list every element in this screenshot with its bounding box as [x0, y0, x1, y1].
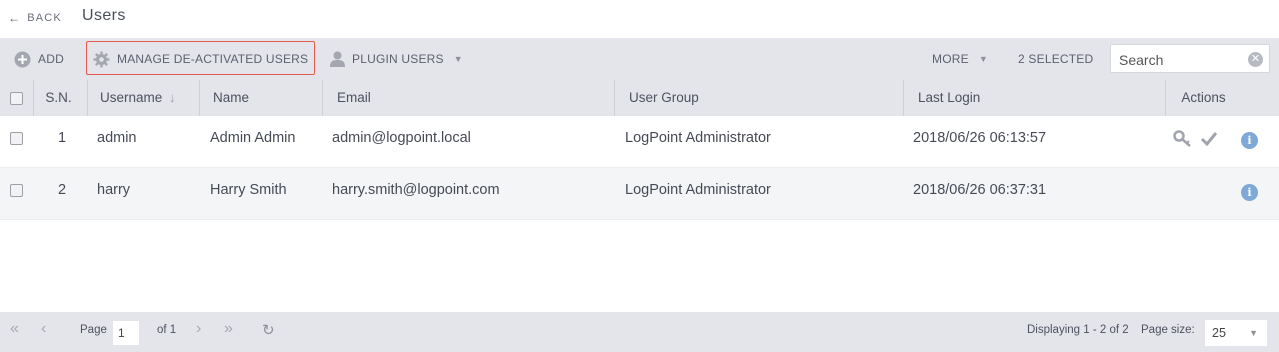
page-size-value: 25	[1212, 326, 1226, 340]
chevron-down-icon: ▼	[1249, 328, 1258, 338]
pagination-bar: « ‹ Page 1 of 1 › » ↻ Displaying 1 - 2 o…	[0, 312, 1279, 352]
page-size-label: Page size:	[1141, 324, 1195, 336]
row-sn: 2	[57, 182, 67, 198]
chevron-down-icon: ▼	[978, 54, 988, 64]
last-page-icon[interactable]: »	[224, 320, 233, 338]
row-last-login: 2018/06/26 06:37:31	[913, 182, 1047, 198]
column-last-login[interactable]: Last Login	[903, 80, 1165, 116]
row-name: Harry Smith	[210, 182, 287, 198]
row-email: harry.smith@logpoint.com	[332, 182, 500, 198]
page-of-label: of 1	[157, 324, 177, 336]
page-header: ← BACK Users	[0, 0, 1279, 38]
column-username-label: Username	[100, 90, 163, 105]
row-email: admin@logpoint.local	[332, 130, 471, 146]
plus-circle-icon	[14, 51, 31, 68]
row-user-group: LogPoint Administrator	[625, 182, 771, 198]
more-label: MORE	[932, 52, 969, 66]
table-header: S.N. Username ↓ Name Email User Group La…	[0, 80, 1279, 116]
refresh-icon[interactable]: ↻	[262, 321, 275, 339]
row-checkbox[interactable]	[10, 132, 23, 145]
clear-icon[interactable]: ✕	[1248, 52, 1263, 67]
column-actions: Actions	[1165, 80, 1279, 116]
page-label: Page	[80, 324, 107, 336]
prev-page-icon[interactable]: ‹	[41, 320, 46, 338]
manage-label: MANAGE DE-ACTIVATED USERS	[117, 52, 309, 66]
row-sn: 1	[57, 130, 67, 146]
selected-label: 2 SELECTED	[1018, 52, 1094, 66]
info-icon[interactable]: i	[1241, 184, 1258, 201]
info-icon[interactable]: i	[1241, 132, 1258, 149]
row-name: Admin Admin	[210, 130, 296, 146]
select-all-checkbox[interactable]	[10, 92, 23, 105]
manage-deactivated-users-button[interactable]: MANAGE DE-ACTIVATED USERS	[93, 38, 308, 80]
table-row[interactable]: 2 harry Harry Smith harry.smith@logpoint…	[0, 168, 1279, 220]
chevron-down-icon: ▼	[453, 54, 463, 64]
row-user-group: LogPoint Administrator	[625, 130, 771, 146]
plugin-users-dropdown[interactable]: PLUGIN USERS ▼	[330, 38, 463, 80]
back-label: BACK	[27, 12, 62, 24]
plugin-label: PLUGIN USERS	[352, 52, 444, 66]
back-button[interactable]: ← BACK	[8, 11, 62, 25]
column-email[interactable]: Email	[322, 80, 614, 116]
add-label: ADD	[38, 52, 64, 66]
page-title: Users	[82, 7, 126, 24]
user-icon	[330, 51, 345, 67]
search-input[interactable]	[1117, 49, 1246, 71]
column-name[interactable]: Name	[199, 80, 322, 116]
row-last-login: 2018/06/26 06:13:57	[913, 130, 1047, 146]
search-box: ✕	[1110, 44, 1270, 73]
column-sn[interactable]: S.N.	[33, 80, 83, 116]
first-page-icon[interactable]: «	[10, 320, 19, 338]
check-icon[interactable]	[1200, 131, 1218, 151]
more-dropdown[interactable]: MORE ▼	[932, 38, 988, 80]
page-number-input[interactable]: 1	[113, 321, 139, 345]
table-row[interactable]: 1 admin Admin Admin admin@logpoint.local…	[0, 116, 1279, 168]
add-button[interactable]: ADD	[14, 38, 64, 80]
row-username: admin	[97, 130, 137, 146]
row-username: harry	[97, 182, 131, 198]
toolbar: ADD MANAGE DE-ACTIVATED USERS PLUGIN USE…	[0, 38, 1279, 80]
page-size-select[interactable]: 25 ▼	[1205, 320, 1267, 346]
row-checkbox[interactable]	[10, 184, 23, 197]
selected-count: 2 SELECTED	[1018, 38, 1093, 80]
displaying-info: Displaying 1 - 2 of 2	[1027, 324, 1129, 336]
gear-icon	[93, 51, 110, 68]
sort-down-icon: ↓	[169, 90, 176, 105]
key-icon[interactable]	[1173, 130, 1193, 153]
back-arrow-icon: ←	[8, 11, 22, 25]
next-page-icon[interactable]: ›	[196, 320, 201, 338]
column-username[interactable]: Username ↓	[87, 80, 199, 116]
column-user-group[interactable]: User Group	[614, 80, 903, 116]
row-divider	[0, 219, 1279, 220]
